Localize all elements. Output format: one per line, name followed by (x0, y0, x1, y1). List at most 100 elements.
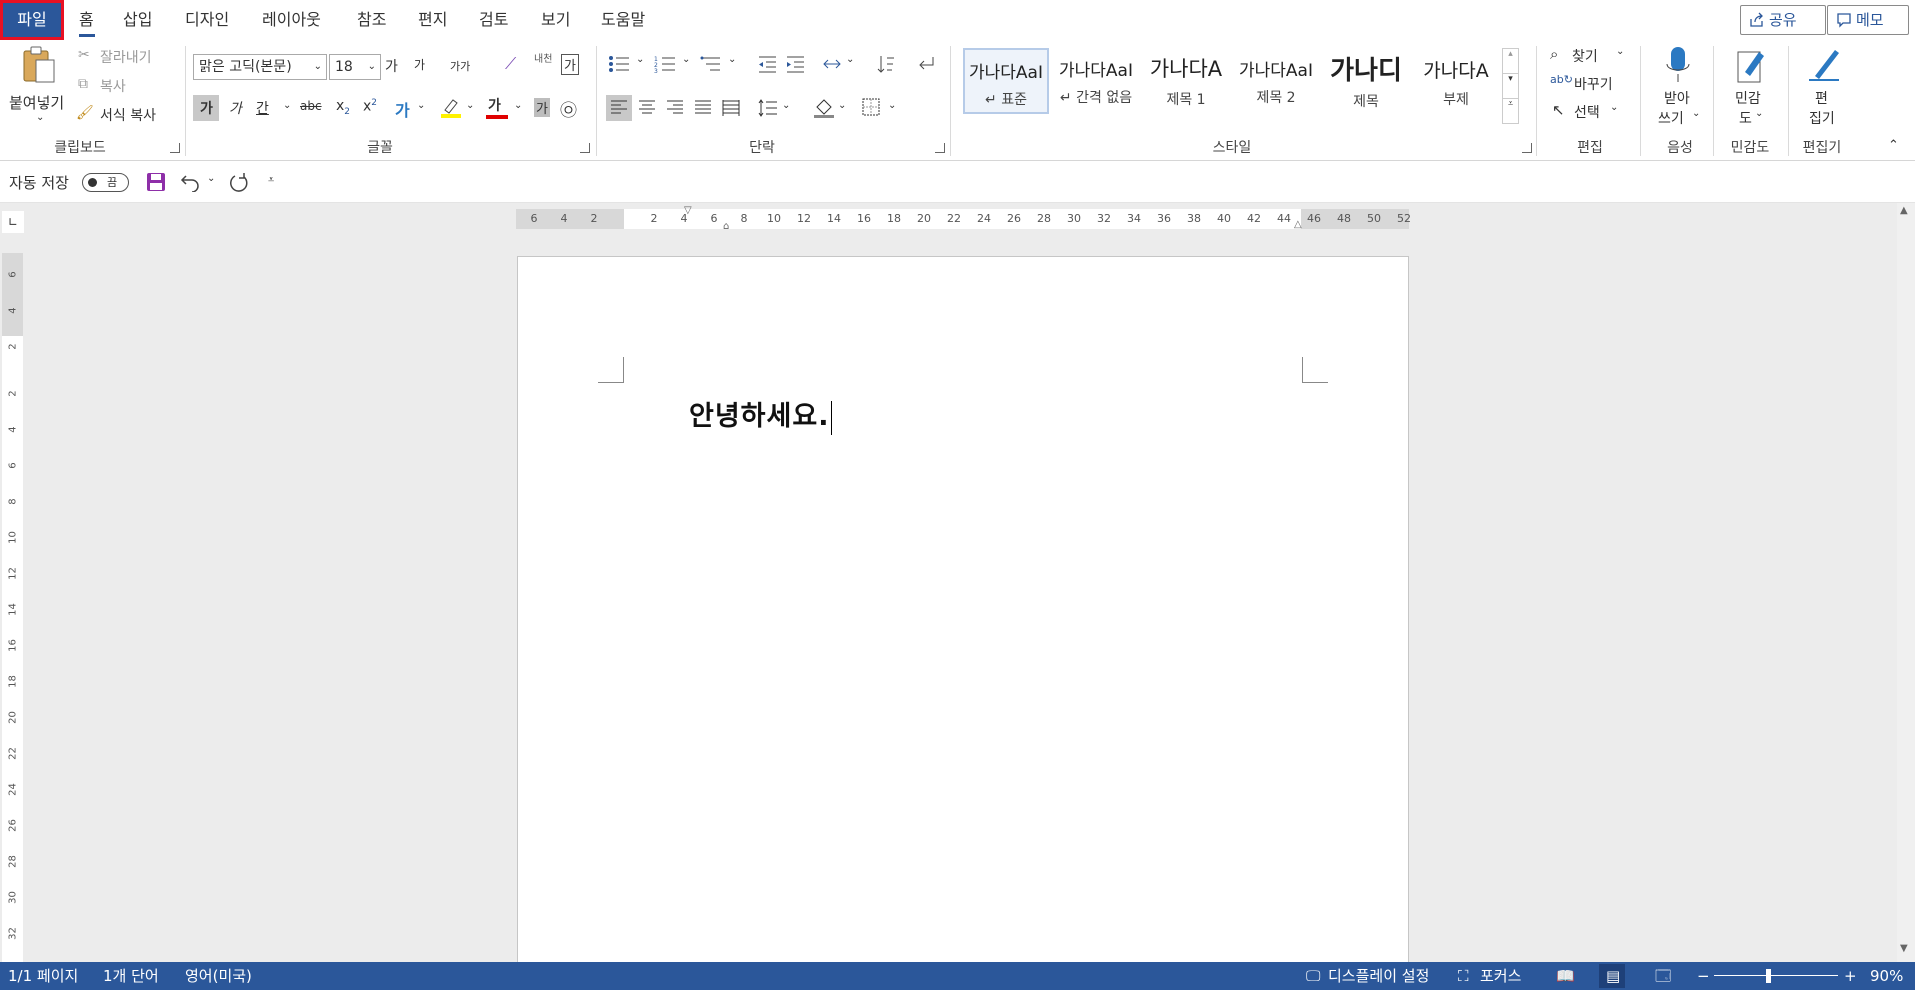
justify-icon[interactable] (694, 99, 712, 117)
right-indent-marker[interactable]: △ (1294, 219, 1302, 230)
shading-icon[interactable] (813, 97, 835, 119)
comments-button[interactable]: 메모 (1827, 5, 1909, 35)
replace-button[interactable]: ab↻ 바꾸기 (1550, 73, 1630, 97)
char-border-button[interactable]: 가 (561, 54, 579, 75)
decrease-indent-icon[interactable] (757, 55, 777, 73)
read-mode-icon[interactable]: 📖 (1556, 962, 1575, 990)
align-right-icon[interactable] (666, 99, 684, 117)
styles-dialog-launcher[interactable] (1522, 143, 1532, 153)
tab-insert[interactable]: 삽입 (123, 0, 152, 40)
enclose-char-button[interactable]: ㉧ (560, 96, 577, 121)
style-no-spacing[interactable]: 가나다AaI ↵ 간격 없음 (1053, 48, 1139, 114)
multilevel-list-icon[interactable] (700, 55, 722, 73)
horizontal-ruler[interactable]: 6 4 2 2 4 6 8 10 12 14 16 18 20 22 24 26 28 30 32 34 36 38 40 4… (516, 205, 1411, 232)
sensitivity-button[interactable]: 민감 도 ⌄ (1725, 46, 1775, 134)
tab-design[interactable]: 디자인 (185, 0, 229, 40)
sort-icon[interactable] (876, 55, 896, 73)
style-heading-1[interactable]: 가나다A 제목 1 (1143, 48, 1229, 114)
change-case-button[interactable]: 가가 (450, 58, 470, 74)
shrink-font-button[interactable]: 가 (414, 56, 425, 73)
tab-mailings[interactable]: 편지 (418, 0, 447, 40)
zoom-slider[interactable] (1714, 975, 1838, 976)
format-painter-button[interactable]: 🖌 서식 복사 (76, 105, 176, 127)
underline-button[interactable]: 간 (256, 98, 269, 118)
text-effects-button[interactable]: 가 (395, 97, 410, 121)
text-direction-icon[interactable] (822, 55, 842, 73)
phonetic-guide-button[interactable]: 내천 (534, 50, 552, 65)
first-line-indent-marker[interactable]: ▽ (684, 205, 692, 216)
customize-qat-icon[interactable]: ⩡ (268, 173, 274, 187)
style-subtitle[interactable]: 가나다A 부제 (1413, 48, 1499, 114)
paste-button[interactable]: 붙여넣기 ⌄ (6, 46, 72, 130)
save-icon[interactable] (146, 172, 166, 192)
style-heading-2[interactable]: 가나다AaI 제목 2 (1233, 48, 1319, 114)
editor-button[interactable]: 편 집기 (1795, 46, 1851, 134)
vertical-ruler[interactable]: 6 4 2 2 4 6 8 10 12 14 16 18 20 22 24 26 28 30 32 (2, 253, 23, 962)
font-dialog-launcher[interactable] (580, 143, 590, 153)
tab-review[interactable]: 검토 (479, 0, 508, 40)
cut-button[interactable]: ✂ 잘라내기 (78, 47, 168, 69)
zoom-level[interactable]: 90% (1870, 962, 1903, 990)
display-settings-button[interactable]: 🖵 디스플레이 설정 (1306, 962, 1456, 990)
borders-icon[interactable] (862, 98, 880, 116)
select-button[interactable]: ↖ 선택 ⌄ (1550, 101, 1630, 125)
numbering-icon[interactable]: 123 (654, 55, 676, 73)
subscript-button[interactable]: x2 (336, 98, 350, 117)
paragraph-dialog-launcher[interactable] (935, 143, 945, 153)
tab-references[interactable]: 참조 (357, 0, 386, 40)
font-name-combo[interactable]: 맑은 고딕(본문) ⌄ (193, 54, 327, 80)
font-size-combo[interactable]: 18 ⌄ (329, 54, 381, 80)
style-normal[interactable]: 가나다AaI ↵ 표준 (963, 48, 1049, 114)
vertical-scrollbar[interactable]: ▲ ▼ (1897, 203, 1915, 962)
copy-button[interactable]: ⧉ 복사 (78, 76, 168, 98)
tab-stop-selector[interactable]: ∟ (2, 211, 24, 233)
tab-layout[interactable]: 레이아웃 (262, 0, 321, 40)
distributed-icon[interactable] (722, 99, 740, 117)
more-styles-icon[interactable]: ⩡ (1503, 99, 1518, 123)
align-left-icon[interactable] (610, 99, 628, 117)
italic-button[interactable]: 가 (229, 98, 242, 118)
bold-button[interactable]: 가 (200, 98, 213, 118)
print-layout-icon[interactable]: ▤ (1606, 962, 1620, 990)
scroll-down-icon[interactable]: ▼ (1900, 943, 1908, 954)
undo-icon[interactable] (180, 172, 202, 192)
char-shading-button[interactable]: 가 (534, 98, 550, 117)
highlighter-icon[interactable] (440, 96, 462, 118)
clipboard-dialog-launcher[interactable] (170, 143, 180, 153)
word-count[interactable]: 1개 단어 (103, 962, 159, 990)
zoom-in-icon[interactable]: + (1844, 962, 1857, 990)
font-color-button[interactable]: 가 (486, 95, 508, 121)
bullets-icon[interactable] (608, 55, 630, 73)
dictate-button[interactable]: 받아 쓰기 ⌄ (1650, 46, 1706, 134)
document-text[interactable]: 안녕하세요. (689, 394, 833, 435)
scroll-up-icon[interactable]: ▴ (1503, 49, 1518, 74)
scroll-up-icon[interactable]: ▲ (1900, 205, 1908, 216)
show-marks-icon[interactable] (916, 55, 936, 73)
collapse-ribbon-icon[interactable]: ⌃ (1888, 138, 1899, 153)
clear-format-button[interactable]: ⟋ (505, 54, 516, 74)
redo-icon[interactable] (228, 172, 250, 194)
share-button[interactable]: 공유 (1740, 5, 1826, 35)
focus-button[interactable]: ⛶ 포커스 (1458, 962, 1538, 990)
tab-help[interactable]: 도움말 (601, 0, 645, 40)
line-spacing-icon[interactable] (758, 98, 778, 118)
align-center-icon[interactable] (638, 99, 656, 117)
zoom-slider-thumb[interactable] (1766, 969, 1771, 983)
chevron-down-icon[interactable]: ⌄ (207, 173, 215, 184)
autosave-toggle[interactable]: 끔 (82, 173, 129, 192)
zoom-out-icon[interactable]: − (1697, 962, 1710, 990)
page-count[interactable]: 1/1 페이지 (8, 962, 78, 990)
grow-font-button[interactable]: 가 (385, 56, 398, 76)
web-layout-icon[interactable]: 🗔 (1655, 962, 1671, 990)
tab-view[interactable]: 보기 (541, 0, 570, 40)
strikethrough-button[interactable]: abc (300, 99, 322, 113)
superscript-button[interactable]: x2 (363, 98, 377, 115)
find-button[interactable]: ⌕ 찾기 ⌄ (1550, 45, 1630, 69)
tab-file[interactable]: 파일 (0, 0, 64, 40)
language-indicator[interactable]: 영어(미국) (185, 962, 252, 990)
increase-indent-icon[interactable] (785, 55, 805, 73)
hanging-indent-marker[interactable]: ⌂ (723, 221, 729, 232)
style-title[interactable]: 가나디 제목 (1323, 48, 1409, 114)
document-page[interactable]: 안녕하세요. (517, 256, 1409, 976)
scroll-down-icon[interactable]: ▾ (1503, 74, 1518, 99)
